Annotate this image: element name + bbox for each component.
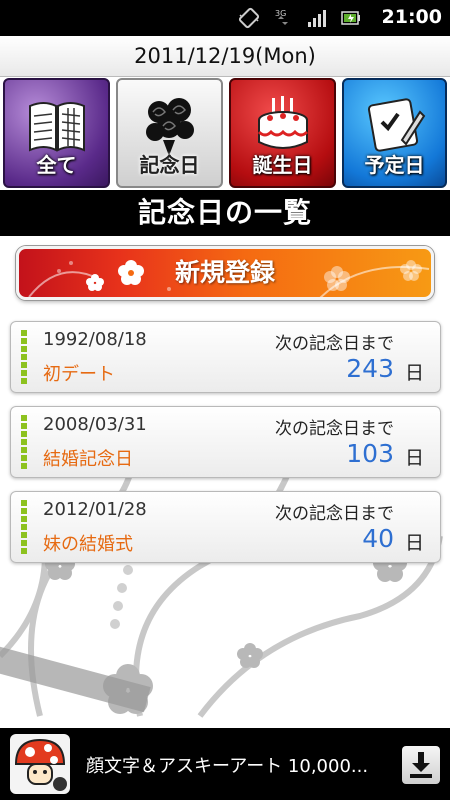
tab-schedule-label: 予定日 <box>364 153 425 177</box>
register-button[interactable]: 新規登録 <box>16 246 434 300</box>
ad-text: 顔文字＆アスキーアート 10,000... <box>86 756 369 777</box>
battery-charging-icon <box>341 11 360 25</box>
list-item[interactable]: 2012/01/28 妹の結婚式 次の記念日まで 40 日 <box>10 491 441 563</box>
register-button-label: 新規登録 <box>174 258 275 287</box>
anniversary-name: 妹の結婚式 <box>43 534 133 555</box>
status-time: 21:00 <box>381 6 442 28</box>
days-count: 103 <box>346 439 394 468</box>
anniversary-date: 2008/03/31 <box>43 414 147 435</box>
tab-all-label: 全て <box>36 153 77 177</box>
tab-birthday[interactable]: 誕生日 <box>229 78 336 188</box>
vibrate-icon <box>238 7 260 29</box>
page-title: 記念日の一覧 <box>0 190 450 236</box>
until-label: 次の記念日まで <box>275 504 394 524</box>
download-icon <box>410 752 432 778</box>
tab-all[interactable]: 全て <box>3 78 110 188</box>
marker-bar <box>21 500 27 556</box>
days-unit: 日 <box>404 447 424 469</box>
until-label: 次の記念日まで <box>275 334 394 354</box>
tab-anniversary-label: 記念日 <box>139 153 200 177</box>
tab-birthday-label: 誕生日 <box>252 153 313 177</box>
list-item[interactable]: 2008/03/31 結婚記念日 次の記念日まで 103 日 <box>10 406 441 478</box>
ad-banner[interactable]: 顔文字＆アスキーアート 10,000... <box>0 728 450 800</box>
days-unit: 日 <box>404 362 424 384</box>
signal-icon <box>308 10 326 27</box>
days-count: 243 <box>346 354 394 383</box>
list-item[interactable]: 1992/08/18 初デート 次の記念日まで 243 日 <box>10 321 441 393</box>
download-button[interactable] <box>402 746 440 784</box>
tab-schedule[interactable]: 予定日 <box>342 78 447 188</box>
tab-anniversary[interactable]: 記念日 <box>116 78 223 188</box>
days-unit: 日 <box>404 532 424 554</box>
anniversary-name: 初デート <box>43 364 115 385</box>
floral-background <box>0 415 443 718</box>
current-date: 2011/12/19(Mon) <box>0 36 450 77</box>
status-bar: 3G 21:00 <box>0 0 450 36</box>
marker-bar <box>21 330 27 386</box>
anniversary-name: 結婚記念日 <box>43 449 133 470</box>
until-label: 次の記念日まで <box>275 419 394 439</box>
marker-bar <box>21 415 27 471</box>
status-icons: 3G <box>238 7 362 29</box>
anniversary-date: 2012/01/28 <box>43 499 147 520</box>
category-tabs: 全て 記念日 誕生日 予定日 <box>0 76 450 188</box>
days-count: 40 <box>362 524 394 553</box>
mushroom-app-icon <box>10 734 70 794</box>
data-activity-icon: 3G <box>275 9 288 25</box>
anniversary-date: 1992/08/18 <box>43 329 147 350</box>
